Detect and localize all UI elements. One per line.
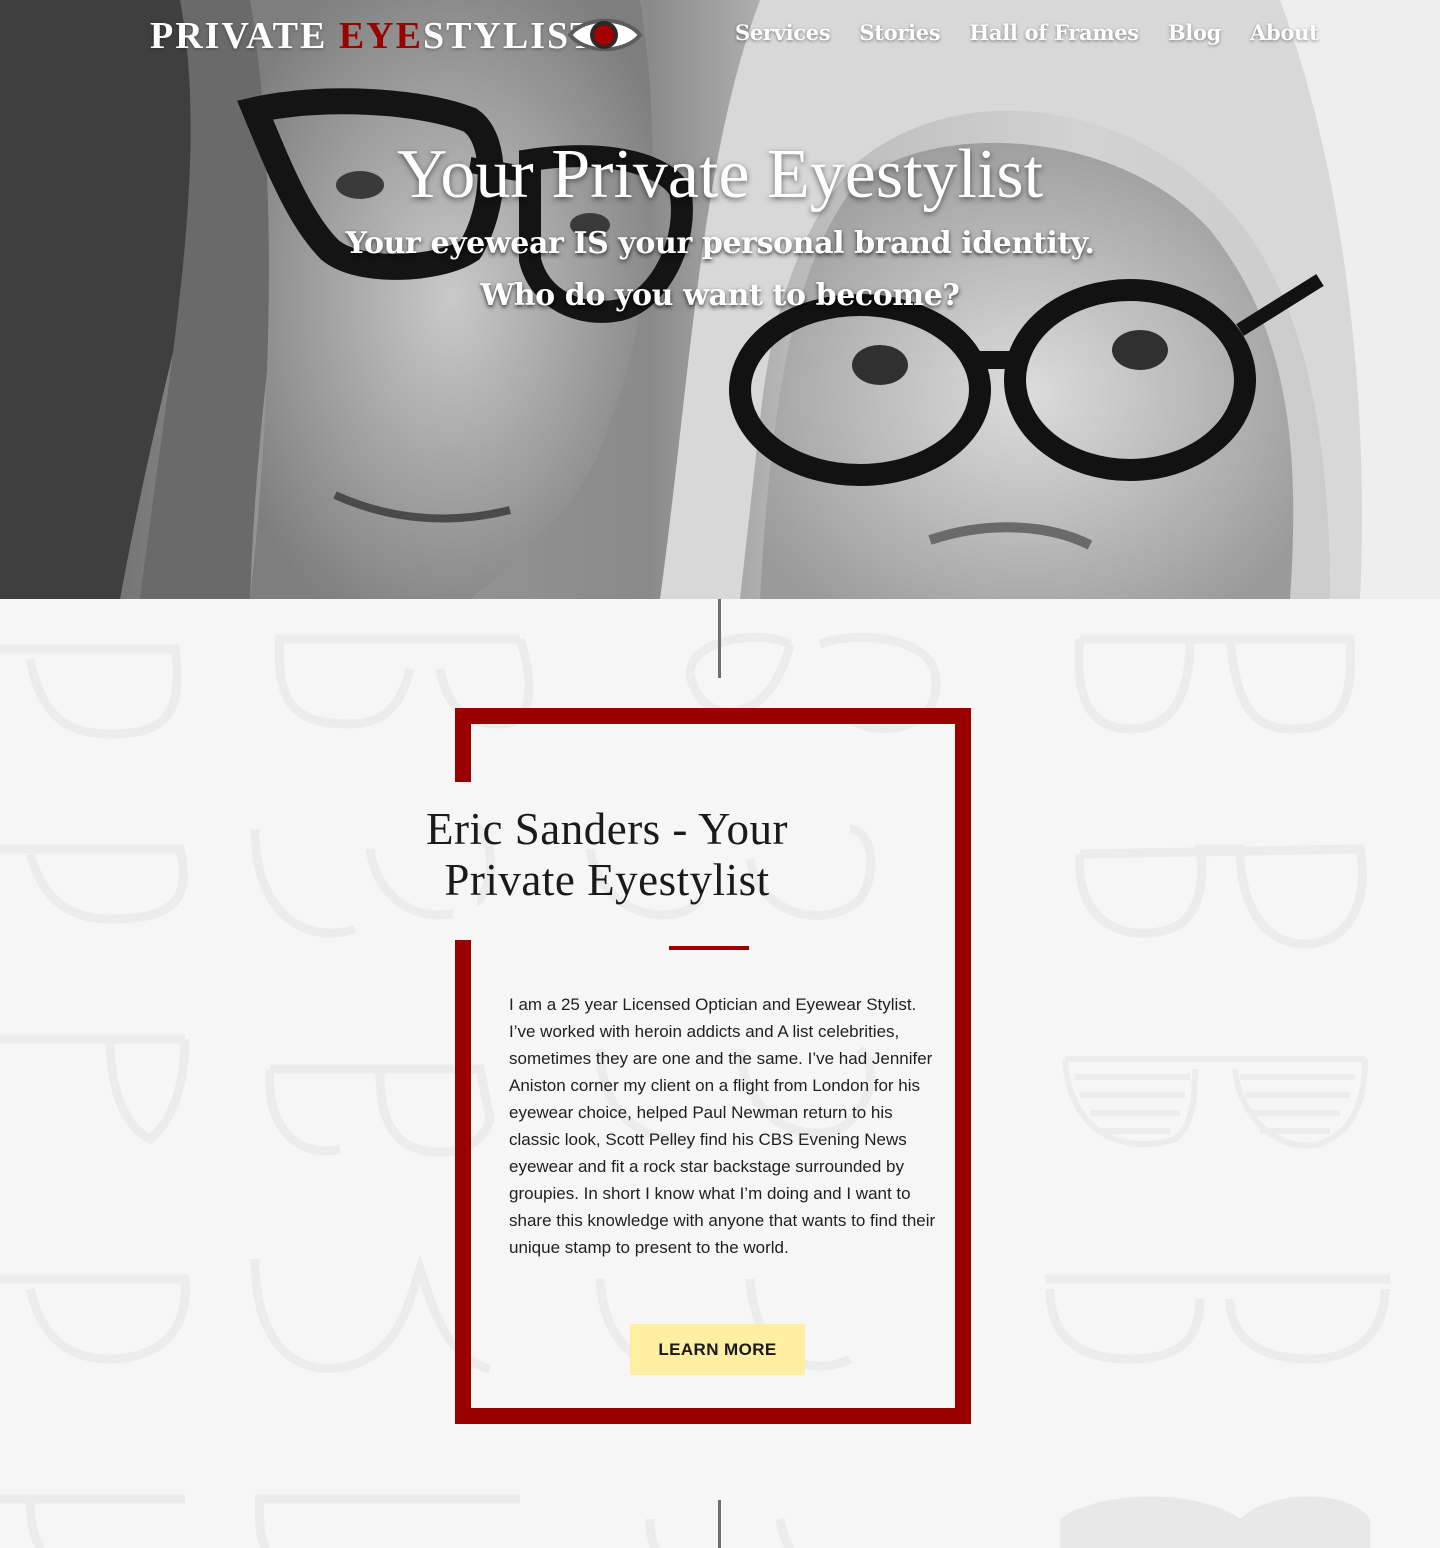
title-divider: [669, 946, 749, 950]
hero-subtitle-line1: Your eyewear IS your personal brand iden…: [345, 226, 1095, 261]
hero-banner: PRIVATE EYESTYLIST Services Stories Hall…: [0, 0, 1440, 599]
site-logo[interactable]: PRIVATE EYESTYLIST: [150, 14, 598, 58]
bio-text: I am a 25 year Licensed Optician and Eye…: [509, 995, 936, 1257]
eye-icon[interactable]: [567, 12, 643, 58]
nav-link-about[interactable]: About: [1250, 20, 1319, 45]
logo-text-private: PRIVATE: [150, 15, 339, 57]
learn-more-button[interactable]: LEARN MORE: [630, 1324, 805, 1375]
hero-subtitle-line2: Who do you want to become?: [480, 278, 960, 313]
connector-line-top: [718, 599, 721, 678]
connector-line-bottom: [718, 1500, 721, 1548]
nav-link-blog[interactable]: Blog: [1168, 20, 1222, 45]
bio-title: Eric Sanders - Your Private Eyestylist: [426, 804, 788, 905]
nav-link-stories[interactable]: Stories: [859, 20, 940, 45]
hero-title: Your Private Eyestylist: [396, 136, 1044, 213]
nav-link-services[interactable]: Services: [735, 20, 831, 45]
nav-link-hall-of-frames[interactable]: Hall of Frames: [969, 20, 1139, 45]
main-nav: Services Stories Hall of Frames Blog Abo…: [735, 20, 1319, 45]
logo-text-eye: EYE: [338, 15, 423, 57]
